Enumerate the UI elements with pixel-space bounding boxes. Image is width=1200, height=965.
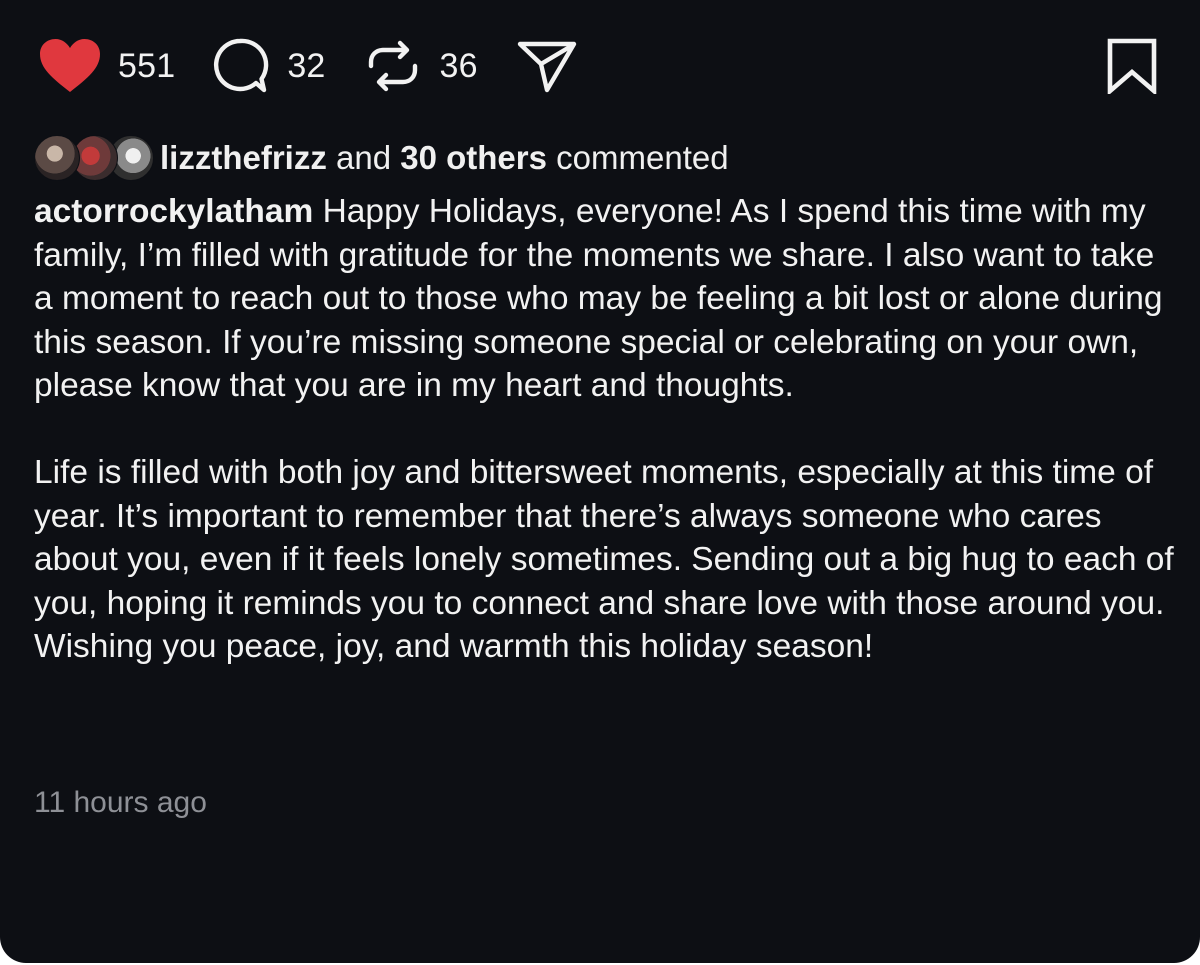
comment-count: 32	[287, 46, 326, 85]
share-button[interactable]	[516, 38, 578, 94]
repost-icon[interactable]	[366, 37, 440, 95]
like-count: 551	[118, 46, 176, 85]
comment-paragraph: Life is filled with both joy and bitters…	[34, 454, 1174, 665]
comment-icon[interactable]	[211, 37, 287, 95]
repost-button[interactable]: 36	[366, 37, 516, 95]
comment-author[interactable]: actorrockylatham	[34, 193, 313, 230]
like-button[interactable]: 551	[38, 38, 211, 94]
commented-suffix: commented	[546, 139, 729, 176]
commented-summary[interactable]: lizzthefrizz and 30 others commented	[160, 139, 729, 177]
share-icon[interactable]	[516, 38, 578, 94]
bookmark-icon[interactable]	[1106, 38, 1158, 98]
repost-count: 36	[439, 46, 478, 85]
comment-body: actorrockylatham Happy Holidays, everyon…	[34, 190, 1174, 669]
connector-text: and	[326, 139, 401, 176]
bookmark-button[interactable]	[1106, 38, 1158, 99]
avatar	[34, 135, 80, 181]
action-bar: 551 32 36	[38, 36, 578, 96]
commenter-avatars[interactable]	[34, 135, 154, 181]
comment-button[interactable]: 32	[211, 37, 365, 95]
post-card: 551 32 36 lizzthefrizz and 30 others com…	[0, 0, 1200, 963]
heart-icon[interactable]	[38, 38, 118, 94]
commenter-username[interactable]: lizzthefrizz	[160, 139, 327, 176]
comment-paragraph: actorrockylatham Happy Holidays, everyon…	[34, 190, 1174, 408]
comment-timestamp: 11 hours ago	[34, 786, 207, 819]
commenters-row[interactable]: lizzthefrizz and 30 others commented	[34, 134, 729, 182]
others-count[interactable]: 30 others	[400, 139, 547, 176]
